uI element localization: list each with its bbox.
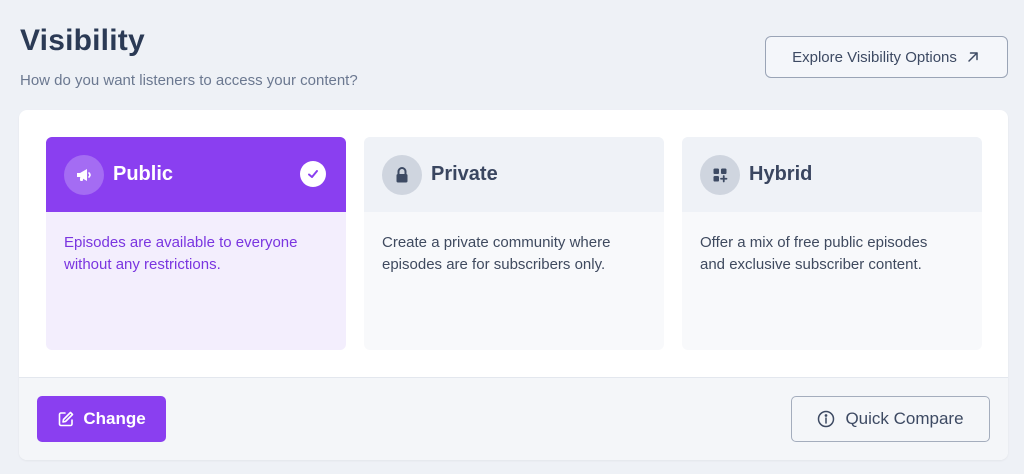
option-card-header: Hybrid bbox=[682, 137, 982, 212]
option-description: Episodes are available to everyone witho… bbox=[46, 212, 346, 296]
option-description-line: without any restrictions. bbox=[64, 256, 221, 273]
change-button[interactable]: Change bbox=[37, 396, 166, 442]
info-icon bbox=[818, 410, 835, 428]
option-description-line: Create a private community where bbox=[382, 234, 611, 251]
change-button-label: Change bbox=[83, 409, 146, 428]
option-description-line: and exclusive subscriber content. bbox=[700, 256, 922, 273]
quick-compare-label: Quick Compare bbox=[845, 409, 964, 428]
option-card-hybrid[interactable]: Hybrid Offer a mix of free public episod… bbox=[682, 137, 982, 350]
quick-compare-button[interactable]: Quick Compare bbox=[791, 396, 990, 442]
edit-icon bbox=[59, 411, 74, 427]
page-title: Visibility bbox=[20, 24, 145, 57]
explore-visibility-options-button[interactable]: Explore Visibility Options bbox=[765, 36, 1008, 78]
option-card-header: Public bbox=[46, 137, 346, 212]
option-card-private[interactable]: Private Create a private community where… bbox=[364, 137, 664, 350]
check-icon bbox=[300, 161, 326, 187]
shapes-icon bbox=[700, 154, 740, 195]
option-description-line: episodes are for subscribers only. bbox=[382, 256, 606, 273]
option-card-header: Private bbox=[364, 137, 664, 212]
option-description-line: Offer a mix of free public episodes bbox=[700, 234, 928, 251]
explore-button-label: Explore Visibility Options bbox=[792, 48, 957, 66]
panel-footer: Change Quick Compare bbox=[19, 377, 1008, 460]
option-description-line: Episodes are available to everyone bbox=[64, 234, 298, 251]
external-arrow-icon bbox=[968, 52, 978, 62]
option-description: Offer a mix of free public episodes and … bbox=[682, 212, 982, 296]
page-subtitle: How do you want listeners to access your… bbox=[20, 72, 358, 89]
option-description: Create a private community where episode… bbox=[364, 212, 664, 296]
megaphone-icon bbox=[64, 154, 104, 195]
lock-icon bbox=[382, 154, 422, 195]
option-card-public[interactable]: Public Episodes are available to everyon… bbox=[46, 137, 346, 350]
option-title: Private bbox=[431, 163, 498, 185]
visibility-panel: Public Episodes are available to everyon… bbox=[19, 110, 1008, 460]
option-title: Public bbox=[113, 163, 174, 185]
option-title: Hybrid bbox=[749, 163, 813, 185]
